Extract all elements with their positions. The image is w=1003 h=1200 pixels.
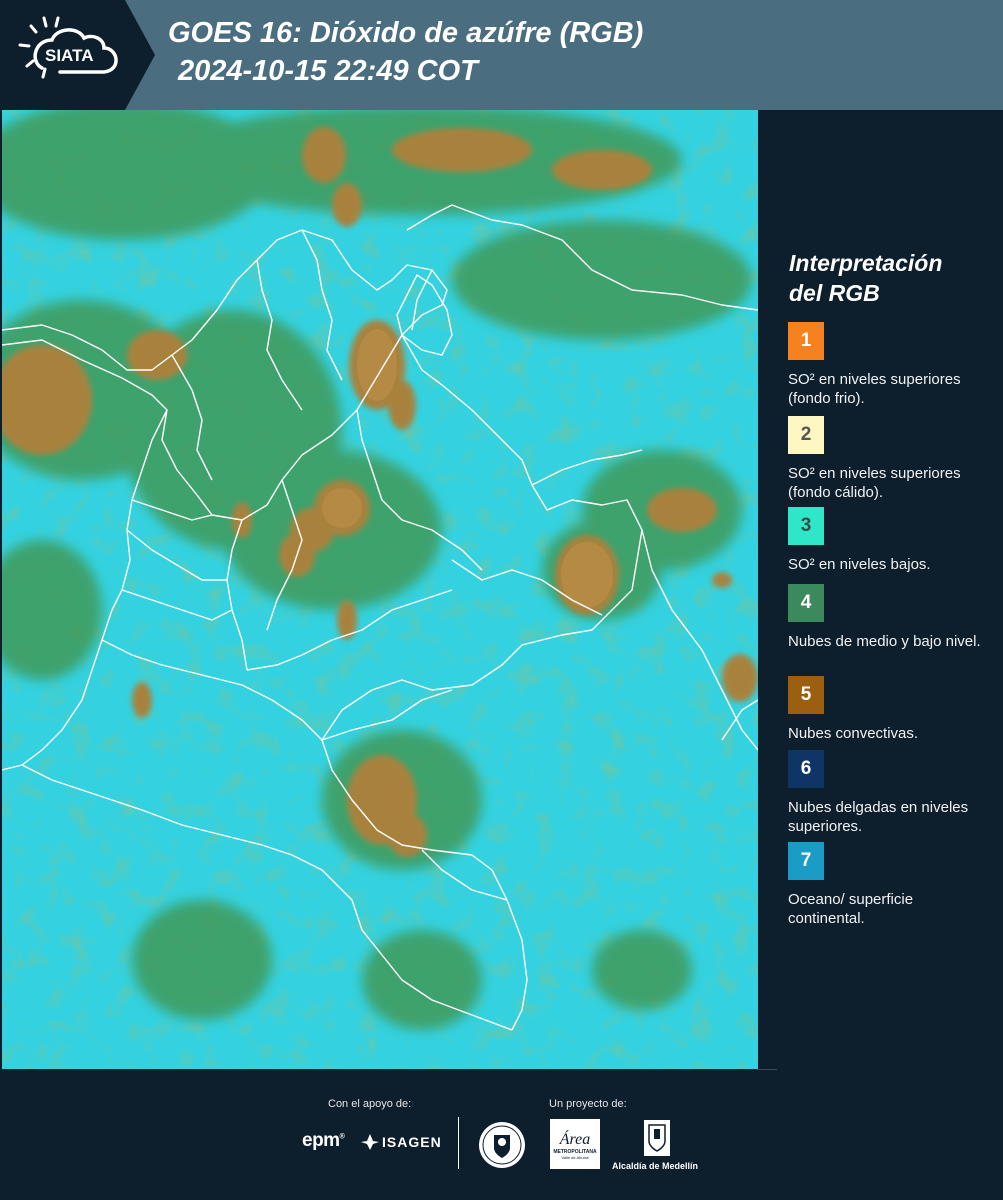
epm-logo-text: epm <box>302 1130 340 1151</box>
legend-number: 1 <box>800 330 812 351</box>
legend-label: Nubes de medio y bajo nivel. <box>788 633 981 650</box>
legend-number: 5 <box>800 684 812 705</box>
legend-label: SO² en niveles bajos. <box>788 556 931 573</box>
legend-swatch: 1 <box>788 322 824 360</box>
footer-divider-line <box>757 1069 777 1070</box>
legend-label: Nubes delgadas en niveles superiores. <box>788 799 969 835</box>
legend-number: 7 <box>800 850 812 871</box>
project-caption: Un proyecto de: <box>549 1098 627 1110</box>
legend-item-7: 7 Oceano/ superficie continental. <box>788 842 993 928</box>
legend-label: SO² en niveles superiores (fondo frio). <box>788 371 961 407</box>
legend-number: 3 <box>800 515 812 536</box>
legend-label: Nubes convectivas. <box>788 725 919 742</box>
header-bar: SIATA GOES 16: Dióxido de azúfre (RGB) 2… <box>0 0 1003 110</box>
legend-panel: Interpretación del RGB 1 SO² en niveles … <box>758 110 1003 1069</box>
isagen-logo: ISAGEN <box>360 1133 442 1151</box>
page-title: GOES 16: Dióxido de azúfre (RGB) 2024-10… <box>168 14 643 90</box>
legend-swatch: 4 <box>788 584 824 622</box>
alcaldia-logo-text: Alcaldía de Medellín <box>612 1161 699 1171</box>
legend-item-1: 1 SO² en niveles superiores (fondo frio)… <box>788 322 993 408</box>
isagen-mark-icon <box>361 1134 379 1150</box>
area-metropolitana-logo: Área METROPOLITANA Valle de Aburrá <box>550 1119 600 1169</box>
legend-swatch: 5 <box>788 676 824 714</box>
area-logo-subtitle-2: Valle de Aburrá <box>561 1155 589 1160</box>
title-line-2: 2024-10-15 22:49 COT <box>178 55 478 87</box>
legend-number: 4 <box>800 592 812 613</box>
map-image <box>2 110 758 1069</box>
logo-panel: SIATA <box>0 0 155 110</box>
support-caption: Con el apoyo de: <box>328 1098 412 1110</box>
legend-title: Interpretación del RGB <box>789 248 942 308</box>
legend-swatch: 2 <box>788 416 824 454</box>
legend-swatch: 6 <box>788 750 824 788</box>
legend-number: 6 <box>800 758 812 779</box>
logo-text: SIATA <box>45 46 93 65</box>
medellin-seal-icon <box>479 1122 525 1168</box>
legend-item-6: 6 Nubes delgadas en niveles superiores. <box>788 750 993 836</box>
legend-swatch: 7 <box>788 842 824 880</box>
satellite-map <box>2 110 758 1069</box>
legend-item-4: 4 Nubes de medio y bajo nivel. <box>788 584 993 651</box>
alcaldia-shield-icon <box>644 1120 670 1156</box>
legend-swatch: 3 <box>788 507 824 545</box>
legend-item-5: 5 Nubes convectivas. <box>788 676 993 743</box>
legend-label: SO² en niveles superiores (fondo cálido)… <box>788 465 961 501</box>
title-line-1: GOES 16: Dióxido de azúfre (RGB) <box>168 17 644 49</box>
footer-separator <box>458 1117 459 1169</box>
epm-logo: epm® <box>302 1130 345 1151</box>
legend-title-line-1: Interpretación <box>789 250 943 276</box>
legend-title-line-2: del RGB <box>789 280 880 306</box>
footer-bar: Con el apoyo de: Un proyecto de: epm® IS… <box>0 1069 1003 1200</box>
legend-item-3: 3 SO² en niveles bajos. <box>788 507 993 574</box>
legend-item-2: 2 SO² en niveles superiores (fondo cálid… <box>788 416 993 504</box>
legend-number: 2 <box>800 424 812 445</box>
isagen-logo-text: ISAGEN <box>382 1134 442 1150</box>
legend-label: Oceano/ superficie continental. <box>788 891 914 927</box>
area-logo-text: Área <box>559 1131 591 1148</box>
